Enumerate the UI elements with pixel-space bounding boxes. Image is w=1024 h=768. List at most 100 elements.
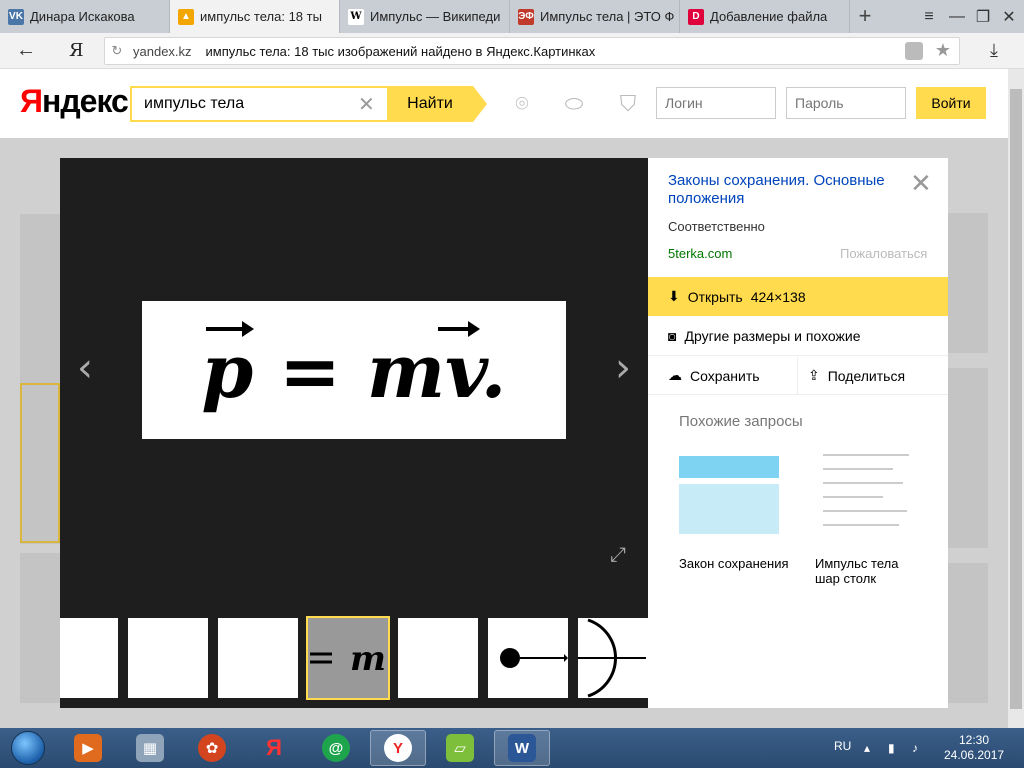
strip-thumb[interactable] — [398, 618, 478, 698]
result-thumb[interactable] — [20, 553, 60, 703]
camera-icon[interactable]: ⌾ — [508, 91, 536, 117]
source-site-link[interactable]: 5terka.com — [668, 246, 732, 261]
svg-text:m: m — [350, 639, 386, 679]
next-image-icon[interactable]: › — [608, 348, 638, 388]
save-label: Сохранить — [690, 367, 760, 384]
main-image[interactable]: p = mv. — [142, 301, 566, 439]
start-button[interactable] — [0, 728, 56, 768]
strip-thumb[interactable] — [488, 618, 568, 698]
fullscreen-icon[interactable]: ⤢ — [610, 544, 626, 567]
login-field[interactable] — [656, 87, 776, 119]
volume-icon[interactable]: ♪ — [912, 741, 926, 755]
scrollbar-thumb[interactable] — [1010, 89, 1022, 709]
vk-icon: VK — [8, 8, 24, 25]
search-form: ✕ Найти — [130, 86, 487, 122]
result-thumb[interactable] — [948, 213, 988, 353]
source-title-link[interactable]: Законы сохранения. Основные положения — [668, 172, 888, 208]
media-player-icon: ▶ — [74, 734, 102, 762]
yandex-browser-icon: Y — [384, 734, 412, 762]
related-query-thumb — [679, 448, 779, 548]
yandex-browser-logo[interactable]: Я — [69, 40, 84, 61]
wikipedia-icon: W — [348, 8, 364, 25]
strip-thumb[interactable] — [60, 618, 118, 698]
login-button[interactable]: Войти — [916, 87, 986, 119]
share-icon: ⇪ — [808, 367, 820, 383]
system-clock[interactable]: 12:30 24.06.2017 — [944, 733, 1004, 763]
network-icon[interactable]: ▮ — [888, 741, 902, 755]
taskbar-yandex-logo[interactable]: Я — [246, 730, 302, 766]
report-link[interactable]: Пожаловаться — [840, 246, 927, 261]
taskbar-gallery[interactable]: ▱ — [432, 730, 488, 766]
previous-image-icon[interactable]: ‹ — [70, 348, 100, 388]
password-field[interactable] — [786, 87, 906, 119]
yandex-header: Яндекс ✕ Найти ⌾ ⬭ ⛉ Войти — [0, 69, 1008, 138]
search-button[interactable]: Найти — [387, 86, 487, 122]
thumbnail-strip: m — [60, 616, 648, 700]
close-icon[interactable]: ✕ — [910, 168, 932, 199]
shield-icon[interactable]: ⛉ — [614, 91, 642, 117]
protect-icon[interactable] — [905, 42, 923, 60]
image-info-panel: Законы сохранения. Основные положения ✕ … — [648, 158, 948, 708]
yandex-images-icon: ▲ — [178, 8, 194, 25]
related-query-label: Закон сохранения — [679, 556, 789, 571]
bookmark-star-icon[interactable]: ★ — [935, 40, 951, 61]
formula-text: p = mv. — [202, 329, 507, 415]
tab-wikipedia[interactable]: W Импульс — Википеди — [340, 0, 510, 33]
tray-arrow-icon[interactable]: ▴ — [864, 741, 878, 755]
back-arrow-icon[interactable]: ← — [16, 39, 36, 62]
collections-icon[interactable]: ⬭ — [560, 91, 588, 117]
tab-yandex-images[interactable]: ▲ импульс тела: 18 ты — [170, 0, 340, 33]
related-query-card[interactable]: Импульс тела шар столк — [815, 448, 925, 586]
d-icon: D — [688, 8, 704, 25]
download-icon[interactable]: ⤓ — [990, 40, 998, 61]
taskbar-word[interactable]: W — [494, 730, 550, 766]
clear-search-icon[interactable]: ✕ — [358, 92, 375, 117]
thumb-formula: m — [310, 639, 386, 679]
close-window-icon[interactable]: ✕ — [994, 0, 1024, 33]
result-thumb[interactable] — [948, 368, 988, 548]
word-icon: W — [508, 734, 536, 762]
related-query-card[interactable]: Закон сохранения — [679, 448, 789, 571]
address-bar: ← Я ↻ yandex.kz импульс тела: 18 тыс изо… — [0, 33, 1024, 69]
related-query-label: Импульс тела шар столк — [815, 556, 899, 586]
taskbar-calculator[interactable]: ▦ — [122, 730, 178, 766]
result-thumb[interactable] — [20, 383, 60, 543]
url-field[interactable]: ↻ yandex.kz импульс тела: 18 тыс изображ… — [104, 37, 960, 65]
tab-label: Динара Искакова — [30, 9, 135, 24]
strip-thumb[interactable] — [218, 618, 298, 698]
strip-thumb-selected[interactable]: m — [306, 616, 390, 700]
related-query-thumb — [815, 448, 915, 548]
strip-thumb[interactable] — [578, 618, 648, 698]
page-scrollbar[interactable] — [1008, 69, 1024, 728]
share-label: Поделиться — [827, 367, 906, 384]
other-sizes-button[interactable]: ◙ Другие размеры и похожие — [648, 317, 948, 356]
open-label: Открыть — [687, 288, 743, 305]
open-image-button[interactable]: ⬇ Открыть 424×138 — [648, 277, 948, 316]
menu-icon[interactable]: ≡ — [914, 0, 944, 33]
taskbar-media[interactable]: ✿ — [184, 730, 240, 766]
film-reel-icon: ✿ — [198, 734, 226, 762]
url-domain: yandex.kz — [133, 43, 192, 59]
share-button[interactable]: ⇪ Поделиться — [798, 357, 948, 395]
collections-icon: ☁ — [668, 367, 682, 383]
windows-taskbar: ▶ ▦ ✿ Я @ Y ▱ W RU ▴ ▮ ♪ 12:30 24.06.201… — [0, 728, 1024, 768]
taskbar-yandex-browser[interactable]: Y — [370, 730, 426, 766]
tab-etof[interactable]: ЭФ Импульс тела | ЭТО Ф — [510, 0, 680, 33]
language-indicator[interactable]: RU — [834, 739, 851, 753]
yandex-logo[interactable]: Яндекс — [20, 83, 129, 120]
search-input[interactable] — [130, 86, 387, 122]
windows-logo-icon — [11, 731, 45, 765]
related-queries-heading: Похожие запросы — [679, 413, 803, 430]
image-size: 424×138 — [750, 288, 806, 305]
result-thumb[interactable] — [948, 563, 988, 703]
camera-icon: ◙ — [668, 328, 677, 344]
new-tab-button[interactable]: + — [852, 3, 878, 29]
tab-add-file[interactable]: D Добавление файла — [680, 0, 850, 33]
taskbar-media-player[interactable]: ▶ — [60, 730, 116, 766]
taskbar-mail-agent[interactable]: @ — [308, 730, 364, 766]
reload-icon[interactable]: ↻ — [105, 43, 129, 59]
tab-vk[interactable]: VK Динара Искакова — [0, 0, 170, 33]
save-button[interactable]: ☁ Сохранить — [648, 357, 798, 395]
tab-label: Импульс — Википеди — [370, 9, 501, 24]
strip-thumb[interactable] — [128, 618, 208, 698]
